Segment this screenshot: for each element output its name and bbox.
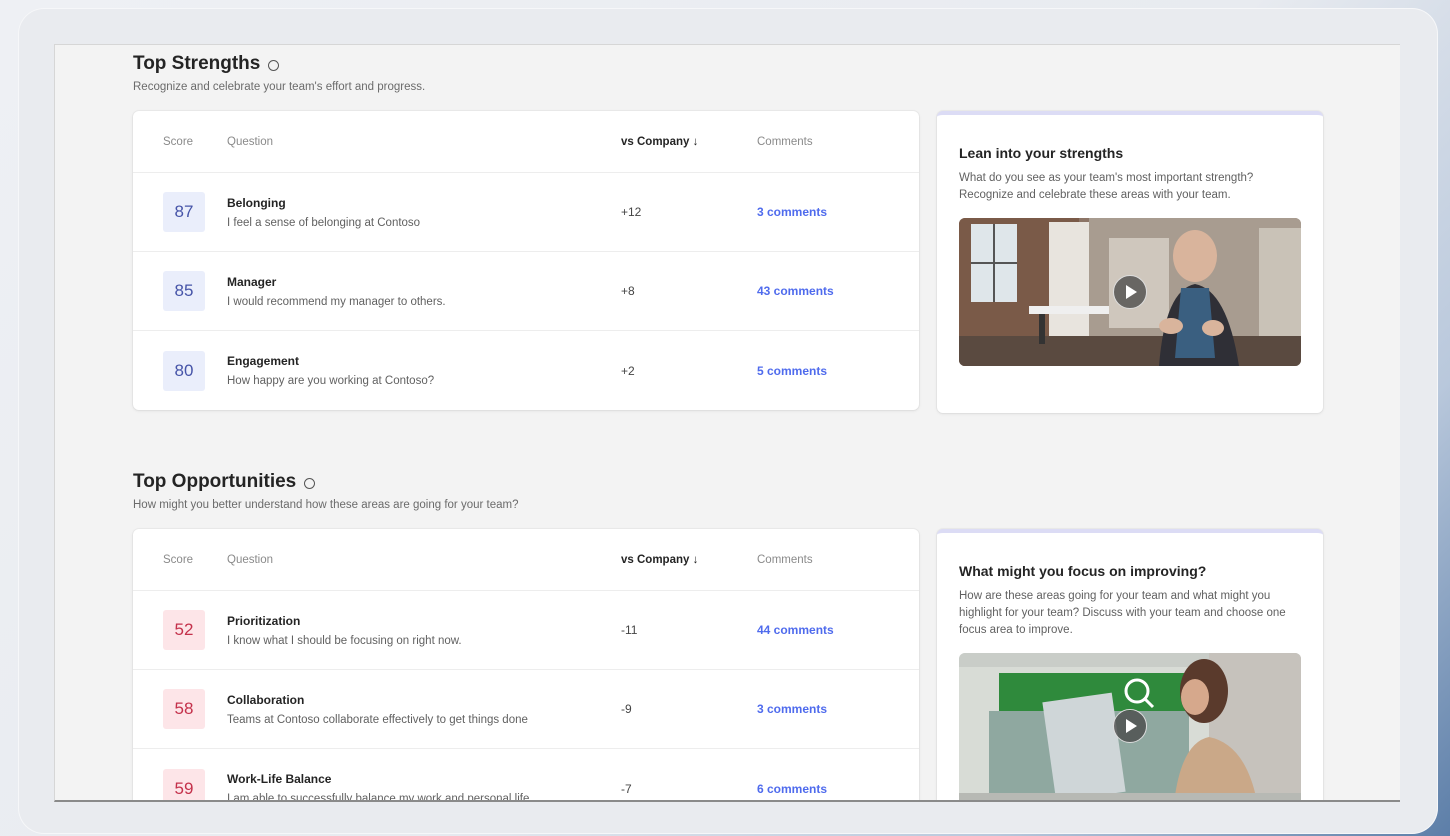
question-cell: Belonging I feel a sense of belonging at… <box>227 196 621 229</box>
score-badge: 52 <box>163 610 205 650</box>
table-row[interactable]: 52 Prioritization I know what I should b… <box>133 591 919 670</box>
header-question: Question <box>227 135 274 148</box>
insight-text: How are these areas going for your team … <box>959 590 1286 636</box>
question-title: Work-Life Balance <box>227 772 332 786</box>
question-title: Prioritization <box>227 613 301 628</box>
question-text: I would recommend my manager to others. <box>227 295 446 308</box>
video-thumbnail[interactable] <box>959 653 1301 800</box>
table-header: Score Question vs Company ↓ Comments <box>133 529 919 591</box>
score-badge: 59 <box>163 768 205 800</box>
header-score: Score <box>163 135 194 148</box>
info-icon[interactable] <box>268 59 280 71</box>
comments-link[interactable]: 3 comments <box>757 205 827 219</box>
play-icon[interactable] <box>1113 275 1147 309</box>
question-title: Belonging <box>227 195 286 210</box>
score-badge: 87 <box>163 192 205 232</box>
comments-link[interactable]: 3 comments <box>757 702 827 716</box>
top-opportunities-section: Top Opportunities How might you better u… <box>133 471 1323 800</box>
vs-company-value: -11 <box>621 623 638 637</box>
strengths-table: Score Question vs Company ↓ Comments 87 … <box>133 111 919 410</box>
question-cell: Collaboration Teams at Contoso collabora… <box>227 693 621 726</box>
top-opportunities-title: Top Opportunities <box>133 471 297 492</box>
score-badge: 85 <box>163 271 205 311</box>
table-row[interactable]: 85 Manager I would recommend my manager … <box>133 252 919 331</box>
opportunities-insight-card: What might you focus on improving? How a… <box>937 529 1323 800</box>
content-viewport: Top Strengths Recognize and celebrate yo… <box>54 44 1400 802</box>
top-strengths-title: Top Strengths <box>133 53 261 74</box>
vs-company-value: +12 <box>621 205 642 219</box>
insight-title: Lean into your strengths <box>959 145 1124 161</box>
table-row[interactable]: 87 Belonging I feel a sense of belonging… <box>133 173 919 252</box>
header-question: Question <box>227 553 274 566</box>
score-badge: 80 <box>163 350 205 391</box>
table-row[interactable]: 80 Engagement How happy are you working … <box>133 331 919 410</box>
comments-link[interactable]: 6 comments <box>757 782 827 796</box>
vs-company-value: +8 <box>621 284 635 298</box>
video-thumbnail[interactable] <box>959 218 1301 366</box>
top-strengths-subtitle: Recognize and celebrate your team's effo… <box>133 81 426 93</box>
question-cell: Engagement How happy are you working at … <box>227 354 621 387</box>
question-text: I am able to successfully balance my wor… <box>227 793 530 802</box>
strengths-insight-card: Lean into your strengths What do you see… <box>937 111 1323 413</box>
opportunities-table: Score Question vs Company ↓ Comments 52 … <box>133 529 919 802</box>
vs-company-value: -9 <box>621 702 632 716</box>
question-text: How happy are you working at Contoso? <box>227 375 435 387</box>
question-title: Collaboration <box>227 692 305 707</box>
comments-link[interactable]: 5 comments <box>757 364 827 378</box>
question-title: Engagement <box>227 354 300 368</box>
header-score: Score <box>163 553 194 566</box>
header-comments: Comments <box>757 553 813 566</box>
header-comments: Comments <box>757 135 813 148</box>
section-title: Top Opportunities <box>133 471 1323 493</box>
info-icon[interactable] <box>304 477 316 489</box>
table-row[interactable]: 58 Collaboration Teams at Contoso collab… <box>133 670 919 749</box>
section-title: Top Strengths <box>133 53 1323 75</box>
top-strengths-section: Top Strengths Recognize and celebrate yo… <box>133 53 1323 413</box>
comments-link[interactable]: 44 comments <box>757 623 834 637</box>
question-text: I know what I should be focusing on righ… <box>227 634 462 647</box>
question-text: I feel a sense of belonging at Contoso <box>227 216 421 229</box>
question-title: Manager <box>227 274 277 289</box>
table-header: Score Question vs Company ↓ Comments <box>133 111 919 173</box>
header-vs-company-sort[interactable]: vs Company ↓ <box>621 136 757 148</box>
table-row[interactable]: 59 Work-Life Balance I am able to succes… <box>133 749 919 802</box>
question-cell: Work-Life Balance I am able to successfu… <box>227 772 621 802</box>
insight-text: What do you see as your team's most impo… <box>959 172 1254 201</box>
question-cell: Manager I would recommend my manager to … <box>227 275 621 308</box>
vs-company-value: -7 <box>621 781 632 796</box>
question-cell: Prioritization I know what I should be f… <box>227 614 621 647</box>
header-vs-company-sort[interactable]: vs Company ↓ <box>621 554 757 566</box>
top-opportunities-subtitle: How might you better understand how thes… <box>133 499 519 511</box>
play-icon[interactable] <box>1113 709 1147 743</box>
question-text: Teams at Contoso collaborate effectively… <box>227 713 528 726</box>
vs-company-value: +2 <box>621 363 635 378</box>
score-badge: 58 <box>163 689 205 729</box>
comments-link[interactable]: 43 comments <box>757 284 834 298</box>
insight-title: What might you focus on improving? <box>959 563 1207 579</box>
